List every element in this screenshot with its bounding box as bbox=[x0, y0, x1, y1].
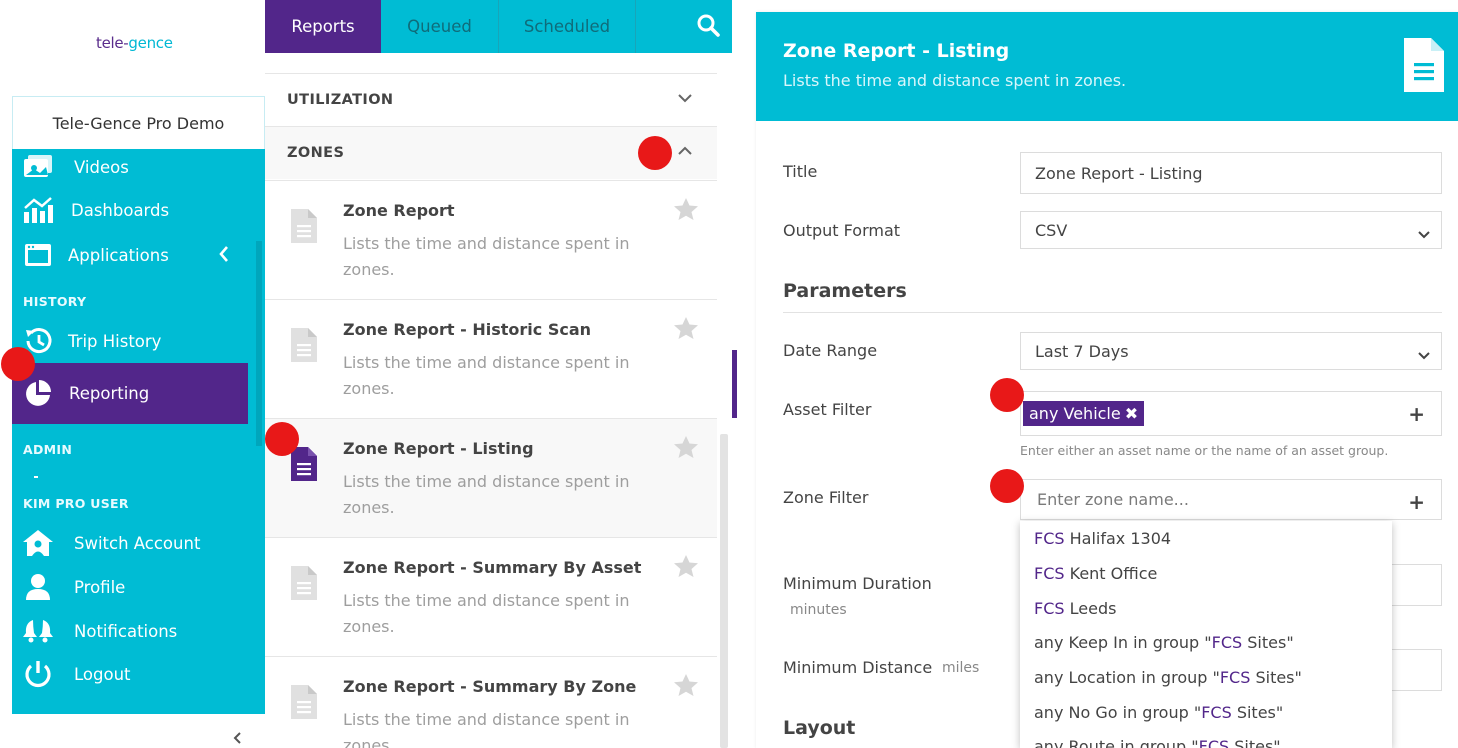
zone-filter-input[interactable]: Enter zone name... + bbox=[1020, 479, 1442, 520]
sidebar-item-switch-account[interactable]: Switch Account bbox=[12, 523, 248, 563]
chevron-down-icon bbox=[1417, 225, 1431, 244]
report-item-zone-report[interactable]: Zone Report Lists the time and distance … bbox=[265, 180, 717, 299]
favorite-star-icon[interactable] bbox=[673, 554, 699, 582]
document-icon bbox=[291, 328, 317, 366]
report-item-summary-by-zone[interactable]: Zone Report - Summary By Zone Lists the … bbox=[265, 656, 717, 748]
annotation-marker bbox=[265, 422, 299, 456]
sidebar-item-reporting[interactable]: Reporting bbox=[12, 363, 248, 424]
annotation-marker bbox=[638, 136, 672, 170]
account-name[interactable]: Tele-Gence Pro Demo bbox=[12, 96, 265, 149]
report-header: Zone Report - Listing Lists the time and… bbox=[756, 12, 1458, 121]
report-list-panel: Reports Queued Scheduled UTILIZATION ZON… bbox=[265, 0, 732, 748]
date-range-label: Date Range bbox=[783, 341, 878, 360]
add-icon[interactable]: + bbox=[1408, 402, 1425, 426]
parameters-heading: Parameters bbox=[783, 280, 907, 302]
chevron-left-icon bbox=[218, 245, 230, 267]
report-subtitle: Lists the time and distance spent in zon… bbox=[783, 71, 1127, 90]
zone-option[interactable]: FCS Leeds bbox=[1034, 599, 1116, 618]
min-distance-label: Minimum Distance bbox=[783, 658, 933, 677]
zone-option[interactable]: FCS Halifax 1304 bbox=[1034, 529, 1171, 548]
zone-filter-label: Zone Filter bbox=[783, 488, 869, 507]
chevron-up-icon bbox=[677, 145, 693, 161]
power-icon bbox=[22, 660, 54, 688]
search-icon[interactable] bbox=[695, 12, 723, 40]
zone-option[interactable]: any Route in group "FCS Sites" bbox=[1034, 737, 1281, 748]
document-icon bbox=[1404, 38, 1444, 96]
profile-icon bbox=[22, 573, 54, 601]
asset-filter-chip[interactable]: any Vehicle ✖ bbox=[1023, 401, 1145, 426]
zone-option[interactable]: any Keep In in group "FCS Sites" bbox=[1034, 633, 1294, 652]
output-format-select[interactable]: CSV bbox=[1020, 211, 1442, 249]
asset-filter-input[interactable]: any Vehicle ✖ + bbox=[1020, 391, 1442, 436]
asset-filter-label: Asset Filter bbox=[783, 400, 872, 419]
min-duration-unit: minutes bbox=[790, 602, 847, 618]
section-admin: ADMIN bbox=[23, 442, 73, 457]
sidebar-item-profile[interactable]: Profile bbox=[12, 567, 248, 607]
min-distance-unit: miles bbox=[942, 660, 980, 676]
section-history: HISTORY bbox=[23, 294, 87, 309]
collapse-sidebar-button[interactable] bbox=[232, 730, 244, 748]
report-item-historic-scan[interactable]: Zone Report - Historic Scan Lists the ti… bbox=[265, 299, 717, 418]
zone-option[interactable]: FCS Kent Office bbox=[1034, 564, 1157, 583]
sidebar-item-applications[interactable]: Applications bbox=[12, 235, 248, 275]
tab-queued[interactable]: Queued bbox=[381, 0, 498, 53]
sidebar-item-notifications[interactable]: Notifications bbox=[12, 611, 248, 651]
tab-reports[interactable]: Reports bbox=[265, 0, 381, 53]
date-range-select[interactable]: Last 7 Days bbox=[1020, 332, 1442, 370]
document-icon bbox=[291, 685, 317, 723]
notifications-icon bbox=[22, 617, 54, 645]
annotation-marker bbox=[1, 347, 35, 381]
favorite-star-icon[interactable] bbox=[673, 316, 699, 344]
company-logo: tele-gence bbox=[96, 34, 173, 52]
favorite-star-icon[interactable] bbox=[673, 673, 699, 701]
min-duration-label: Minimum Duration bbox=[783, 574, 932, 593]
title-field[interactable]: Zone Report - Listing bbox=[1020, 152, 1442, 194]
zone-option[interactable]: any No Go in group "FCS Sites" bbox=[1034, 703, 1283, 722]
admin-item-stub bbox=[34, 476, 38, 478]
sidebar-item-dashboards[interactable]: Dashboards bbox=[12, 190, 248, 230]
panel-divider-indicator bbox=[732, 350, 737, 418]
document-icon bbox=[291, 566, 317, 604]
sidebar-item-logout[interactable]: Logout bbox=[12, 654, 248, 694]
applications-icon bbox=[22, 241, 54, 269]
report-item-summary-by-asset[interactable]: Zone Report - Summary By Asset Lists the… bbox=[265, 537, 717, 656]
remove-chip-icon[interactable]: ✖ bbox=[1125, 404, 1138, 423]
document-icon bbox=[291, 447, 317, 485]
annotation-marker bbox=[990, 469, 1024, 503]
pie-chart-icon bbox=[22, 379, 54, 407]
chevron-down-icon bbox=[1417, 346, 1431, 365]
divider bbox=[783, 312, 1442, 313]
report-item-listing[interactable]: Zone Report - Listing Lists the time and… bbox=[265, 418, 717, 537]
sidebar-nav: Videos Dashboards Applications HISTORY T… bbox=[12, 149, 265, 748]
switch-account-icon bbox=[22, 529, 54, 557]
annotation-marker bbox=[990, 378, 1024, 412]
tab-separator bbox=[635, 0, 636, 53]
sidebar-footer bbox=[12, 714, 265, 748]
sidebar: tele-gence Tele-Gence Pro Demo Videos Da… bbox=[0, 0, 265, 748]
add-icon[interactable]: + bbox=[1408, 490, 1425, 514]
dashboards-icon bbox=[22, 196, 54, 224]
category-utilization[interactable]: UTILIZATION bbox=[265, 73, 717, 126]
sidebar-scrollbar[interactable] bbox=[256, 241, 262, 446]
report-list-scrollbar[interactable] bbox=[720, 434, 728, 748]
title-label: Title bbox=[783, 162, 818, 181]
sidebar-item-trip-history[interactable]: Trip History bbox=[12, 321, 248, 361]
sidebar-item-videos[interactable]: Videos bbox=[12, 149, 248, 187]
document-icon bbox=[291, 209, 317, 247]
chevron-down-icon bbox=[677, 92, 693, 108]
zone-suggestions-dropdown: FCS Halifax 1304 FCS Kent Office FCS Lee… bbox=[1020, 521, 1392, 748]
zone-option[interactable]: any Location in group "FCS Sites" bbox=[1034, 668, 1302, 687]
videos-icon bbox=[22, 153, 54, 181]
asset-filter-help: Enter either an asset name or the name o… bbox=[1020, 443, 1389, 458]
report-title: Zone Report - Listing bbox=[783, 40, 1010, 62]
output-format-label: Output Format bbox=[783, 221, 901, 240]
favorite-star-icon[interactable] bbox=[673, 197, 699, 225]
favorite-star-icon[interactable] bbox=[673, 435, 699, 463]
report-config-panel: Zone Report - Listing Lists the time and… bbox=[756, 12, 1458, 748]
section-user: KIM PRO USER bbox=[23, 496, 129, 511]
layout-heading: Layout bbox=[783, 717, 856, 739]
tab-scheduled[interactable]: Scheduled bbox=[499, 0, 635, 53]
report-tabs: Reports Queued Scheduled bbox=[265, 0, 732, 53]
